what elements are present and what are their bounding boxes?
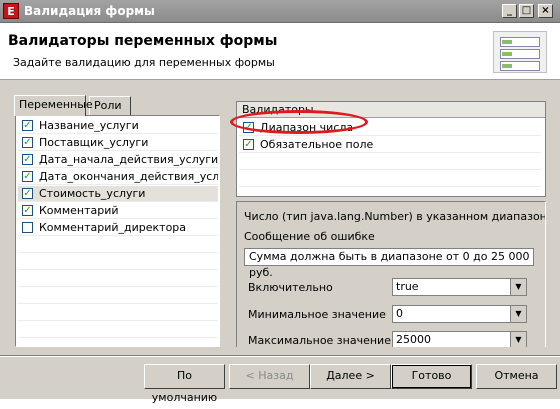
validator-details: Число (тип java.lang.Number) в указанном… bbox=[236, 201, 546, 347]
max-value-label: Максимальное значение bbox=[248, 334, 391, 347]
variable-label: Комментарий_директора bbox=[39, 221, 187, 234]
page-subtitle: Задайте валидацию для переменных формы bbox=[13, 56, 275, 69]
max-value-select[interactable]: 25000 ▼ bbox=[392, 331, 527, 347]
checkbox[interactable]: ✓ bbox=[243, 139, 254, 150]
form-illustration-icon bbox=[493, 31, 547, 73]
variable-label: Название_услуги bbox=[39, 119, 139, 132]
list-item-selected[interactable]: ✓ Стоимость_услуги bbox=[18, 186, 218, 202]
checkbox[interactable]: ✓ bbox=[22, 154, 33, 165]
list-item[interactable]: ✓ Дата_начала_действия_услуги bbox=[18, 152, 218, 168]
empty-row bbox=[18, 237, 218, 253]
validator-description: Число (тип java.lang.Number) в указанном… bbox=[244, 210, 546, 223]
wizard-header: Валидаторы переменных формы Задайте вали… bbox=[0, 23, 560, 80]
tab-roles[interactable]: Роли bbox=[89, 96, 131, 115]
variable-label: Поставщик_услуги bbox=[39, 136, 149, 149]
checkbox[interactable]: ✓ bbox=[22, 120, 33, 131]
list-item[interactable]: Комментарий_директора bbox=[18, 220, 218, 236]
minimize-button[interactable]: _ bbox=[502, 4, 517, 18]
error-message-input[interactable]: Сумма должна быть в диапазоне от 0 до 25… bbox=[244, 248, 534, 279]
inclusive-value: true bbox=[396, 280, 419, 293]
list-item[interactable]: ✓ Название_услуги bbox=[18, 118, 218, 134]
list-item[interactable]: ✓ Поставщик_услуги bbox=[18, 135, 218, 151]
page-title: Валидаторы переменных формы bbox=[8, 33, 278, 49]
dialog-window: E Валидация формы _ □ × Валидаторы перем… bbox=[0, 0, 560, 404]
empty-row bbox=[18, 271, 218, 287]
tab-variables[interactable]: Переменные bbox=[14, 95, 93, 116]
min-value: 0 bbox=[396, 307, 403, 320]
maximize-button[interactable]: □ bbox=[519, 4, 534, 18]
variable-label: Дата_окончания_действия_услу... bbox=[39, 170, 218, 183]
validator-item-required[interactable]: ✓ Обязательное поле bbox=[239, 137, 541, 153]
list-item[interactable]: ✓ Дата_окончания_действия_услу... bbox=[18, 169, 218, 185]
window-title: Валидация формы bbox=[24, 4, 155, 18]
list-item[interactable]: ✓ Комментарий bbox=[18, 203, 218, 219]
max-value: 25000 bbox=[396, 333, 431, 346]
inclusive-label: Включительно bbox=[248, 281, 333, 294]
app-icon: E bbox=[3, 3, 19, 19]
checkbox[interactable]: ✓ bbox=[22, 205, 33, 216]
footer-divider bbox=[0, 355, 560, 357]
chevron-down-icon[interactable]: ▼ bbox=[510, 332, 526, 347]
empty-row bbox=[18, 254, 218, 270]
chevron-down-icon[interactable]: ▼ bbox=[510, 279, 526, 295]
close-button[interactable]: × bbox=[538, 4, 553, 18]
validator-label: Обязательное поле bbox=[260, 138, 374, 151]
variable-label: Комментарий bbox=[39, 204, 119, 217]
restore-defaults-button[interactable]: По умолчанию bbox=[144, 364, 225, 404]
checkbox[interactable] bbox=[22, 222, 33, 233]
empty-row bbox=[239, 154, 541, 170]
next-button[interactable]: Далее > bbox=[310, 364, 391, 389]
red-highlight-ellipse bbox=[230, 110, 368, 134]
min-value-label: Минимальное значение bbox=[248, 308, 386, 321]
variables-list: ✓ Название_услуги ✓ Поставщик_услуги ✓ Д… bbox=[15, 115, 220, 347]
empty-row bbox=[18, 288, 218, 304]
empty-row bbox=[239, 171, 541, 187]
error-message-label: Сообщение об ошибке bbox=[244, 230, 375, 243]
inclusive-select[interactable]: true ▼ bbox=[392, 278, 527, 296]
cancel-button[interactable]: Отмена bbox=[476, 364, 557, 389]
splitter-handle[interactable] bbox=[226, 95, 232, 353]
checkbox[interactable]: ✓ bbox=[22, 188, 33, 199]
min-value-select[interactable]: 0 ▼ bbox=[392, 305, 527, 323]
checkbox[interactable]: ✓ bbox=[22, 137, 33, 148]
checkbox[interactable]: ✓ bbox=[22, 171, 33, 182]
finish-button[interactable]: Готово bbox=[391, 364, 472, 389]
chevron-down-icon[interactable]: ▼ bbox=[510, 306, 526, 322]
empty-row bbox=[18, 322, 218, 338]
empty-row bbox=[18, 305, 218, 321]
title-bar: E Валидация формы _ □ × bbox=[0, 0, 560, 23]
variable-label: Дата_начала_действия_услуги bbox=[39, 153, 218, 166]
variable-label: Стоимость_услуги bbox=[39, 187, 146, 200]
back-button[interactable]: < Назад bbox=[229, 364, 310, 389]
